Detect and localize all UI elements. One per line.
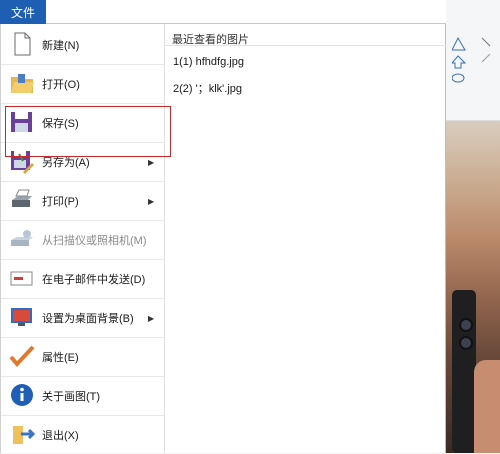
file-menu: 新建(N) 打开(O) 保存(S) 另存为(A) ▶ 打印(P) ▶ 从扫描仪或… — [0, 24, 446, 453]
email-icon — [10, 271, 33, 286]
photo-hand — [474, 360, 500, 453]
menu-item-label: 关于画图(T) — [42, 391, 101, 403]
divider — [165, 45, 446, 46]
submenu-arrow-icon: ▶ — [148, 196, 155, 206]
exit-icon — [13, 426, 35, 444]
menu-item-open[interactable]: 打开(O) — [1, 65, 164, 103]
menu-item-about-paint[interactable]: 关于画图(T) — [1, 377, 164, 415]
recent-file-item[interactable]: 2(2) '；klk'.jpg — [173, 80, 242, 96]
menu-item-properties[interactable]: 属性(E) — [1, 338, 164, 376]
menu-item-label: 在电子邮件中发送(D) — [42, 274, 146, 286]
desktop-background-icon — [11, 308, 32, 326]
file-menu-commands: 新建(N) 打开(O) 保存(S) 另存为(A) ▶ 打印(P) ▶ 从扫描仪或… — [1, 24, 164, 453]
scanner-icon — [11, 230, 33, 246]
submenu-arrow-icon: ▶ — [148, 313, 155, 323]
menu-item-scanner: 从扫描仪或照相机(M) — [1, 221, 164, 259]
highlight-box — [5, 106, 171, 157]
menu-item-print[interactable]: 打印(P) ▶ — [1, 182, 164, 220]
menu-item-label: 打开(O) — [42, 79, 80, 91]
menu-item-exit[interactable]: 退出(X) — [1, 416, 164, 454]
menu-item-new[interactable]: 新建(N) — [1, 26, 164, 64]
submenu-arrow-icon: ▶ — [148, 157, 155, 167]
photo-phone — [452, 290, 476, 453]
menu-item-label: 属性(E) — [42, 352, 79, 364]
menu-item-label: 打印(P) — [42, 196, 79, 208]
menu-item-label: 退出(X) — [42, 430, 79, 442]
menu-item-set-desktop-background[interactable]: 设置为桌面背景(B) ▶ — [1, 299, 164, 337]
menu-item-label: 从扫描仪或照相机(M) — [42, 235, 147, 247]
column-divider — [164, 24, 165, 453]
info-icon — [11, 384, 33, 406]
recent-file-item[interactable]: 1(1) hfhdfg.jpg — [173, 56, 244, 68]
menu-top-bar: 文件 — [0, 0, 446, 24]
open-folder-icon — [11, 74, 34, 93]
new-file-icon — [14, 32, 31, 56]
shapes-icon — [452, 36, 491, 83]
shapes-ribbon — [446, 30, 500, 121]
file-tab[interactable]: 文件 — [0, 0, 46, 24]
menu-item-label: 新建(N) — [42, 40, 80, 52]
menu-item-label: 设置为桌面背景(B) — [42, 313, 134, 325]
properties-checkmark-icon — [9, 345, 35, 367]
printer-icon — [12, 189, 32, 207]
menu-item-send-email[interactable]: 在电子邮件中发送(D) — [1, 260, 164, 298]
